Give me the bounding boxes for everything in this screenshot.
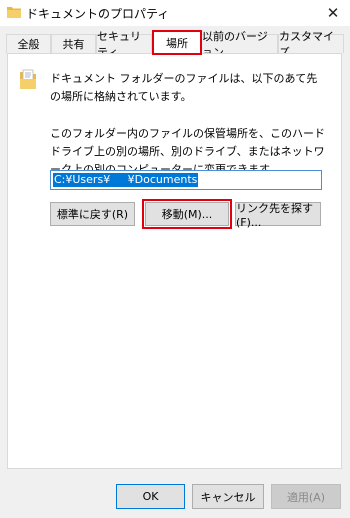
find-target-button[interactable]: リンク先を探す(F)... bbox=[235, 202, 321, 229]
stray-dot bbox=[276, 150, 278, 152]
folder-path-field[interactable]: C:¥Users¥ ¥Documents bbox=[50, 170, 322, 190]
restore-default-button[interactable]: 標準に戻す(R) bbox=[50, 202, 135, 226]
cancel-button[interactable]: キャンセル bbox=[192, 484, 264, 509]
tab-location[interactable]: 場所 bbox=[152, 30, 202, 55]
location-description: ドキュメント フォルダーのファイルは、以下のあて先の場所に格納されています。 bbox=[50, 72, 318, 103]
apply-button[interactable]: 適用(A) bbox=[271, 484, 341, 509]
location-panel bbox=[7, 53, 342, 469]
close-icon[interactable]: ✕ bbox=[316, 0, 350, 26]
tab-strip: 全般 共有 セキュリティ 場所 以前のバージョン カスタマイズ bbox=[0, 30, 350, 59]
window-title: ドキュメントのプロパティ bbox=[26, 7, 170, 21]
ok-button[interactable]: OK bbox=[116, 484, 185, 509]
tab-sharing[interactable]: 共有 bbox=[51, 34, 96, 53]
title-bar: ドキュメントのプロパティ ✕ bbox=[0, 0, 350, 26]
tab-previous-versions[interactable]: 以前のバージョン bbox=[201, 30, 278, 59]
folder-path-value: C:¥Users¥ ¥Documents bbox=[53, 173, 199, 187]
folder-icon bbox=[7, 6, 21, 18]
move-button[interactable]: 移動(M)... bbox=[142, 199, 232, 229]
documents-folder-icon bbox=[19, 68, 37, 90]
tab-customize[interactable]: カスタマイズ bbox=[278, 30, 344, 59]
tab-security[interactable]: セキュリティ bbox=[96, 30, 152, 59]
tab-general[interactable]: 全般 bbox=[6, 34, 51, 53]
